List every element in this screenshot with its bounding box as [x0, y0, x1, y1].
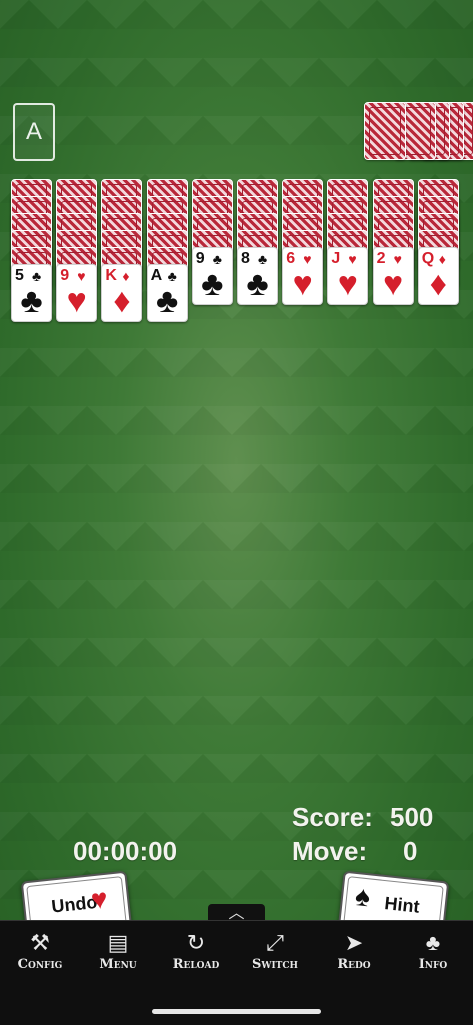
- toolbar-redo-button[interactable]: ➤ Redo: [324, 930, 384, 973]
- score-value: 500: [390, 802, 434, 832]
- face-up-card[interactable]: 9 ♣ ♣: [191, 247, 233, 305]
- toolbar-label: Redo: [337, 957, 371, 972]
- toolbar-label: Config: [17, 957, 63, 972]
- switch-icon: ⤢: [266, 930, 284, 955]
- toolbar-label: Menu: [99, 957, 137, 972]
- card-suit-large-icon: ♣: [246, 265, 269, 303]
- card-suit-large-icon: ♥: [383, 265, 404, 303]
- redo-icon: ➤: [344, 930, 364, 955]
- reload-icon: ↻: [186, 930, 206, 955]
- card-suit-large-icon: ♥: [292, 265, 313, 303]
- toolbar-menu-button[interactable]: ▤ Menu: [88, 930, 148, 973]
- face-up-card[interactable]: Q ♦ ♦: [417, 247, 459, 305]
- face-up-card[interactable]: 2 ♥ ♥: [372, 247, 414, 305]
- card-suit-large-icon: ♥: [66, 282, 87, 320]
- toolbar-config-button[interactable]: ⚒ Config: [10, 930, 70, 973]
- wrench-icon: ⚒: [30, 930, 50, 955]
- card-suit-large-icon: ♥: [337, 265, 358, 303]
- face-up-card[interactable]: 6 ♥ ♥: [282, 247, 324, 305]
- face-up-card[interactable]: K ♦ ♦: [101, 264, 143, 322]
- card-suit-large-icon: ♦: [113, 282, 131, 320]
- home-indicator: [152, 1009, 321, 1014]
- spade-icon: ♠: [353, 880, 372, 913]
- card-suit-large-icon: ♣: [155, 282, 179, 320]
- document-icon: ▤: [107, 930, 129, 955]
- card-suit-large-icon: ♦: [429, 265, 447, 303]
- tableau: 5 ♣ ♣ 9 ♥ ♥ K ♦ ♦ A ♣ ♣ 9 ♣ ♣ 8 ♣ ♣ 6 ♥ ♥ J ♥ ♥ 2 ♥ ♥ Q ♦ ♦: [11, 179, 462, 324]
- foundation-slot[interactable]: A: [13, 103, 55, 161]
- toolbar-label: Info: [418, 957, 448, 972]
- heart-icon: ♥: [89, 882, 110, 916]
- timer: 00:00:00: [73, 836, 178, 866]
- score-label: Score:: [292, 802, 373, 832]
- face-up-card[interactable]: 8 ♣ ♣: [237, 247, 278, 305]
- face-up-card[interactable]: 9 ♥ ♥: [56, 264, 98, 322]
- info-card-icon: ♣: [425, 930, 441, 955]
- move-label: Move:: [292, 836, 368, 866]
- toolbar-label: Reload: [172, 957, 220, 972]
- toolbar-switch-button[interactable]: ⤢ Switch: [245, 930, 305, 973]
- hint-label: Hint: [383, 893, 421, 917]
- card-suit-large-icon: ♣: [201, 265, 224, 303]
- toolbar-reload-button[interactable]: ↻ Reload: [166, 930, 226, 973]
- toolbar-label: Switch: [251, 957, 299, 972]
- move-value: 0: [403, 836, 418, 866]
- toolbar-info-button[interactable]: ♣ Info: [403, 930, 463, 973]
- face-up-card[interactable]: A ♣ ♣: [146, 264, 188, 322]
- stock-card-back[interactable]: [364, 102, 406, 160]
- face-up-card[interactable]: J ♥ ♥: [327, 247, 369, 305]
- stock-pile[interactable]: [364, 102, 473, 160]
- face-up-card[interactable]: 5 ♣ ♣: [11, 264, 52, 322]
- card-suit-large-icon: ♣: [20, 282, 43, 320]
